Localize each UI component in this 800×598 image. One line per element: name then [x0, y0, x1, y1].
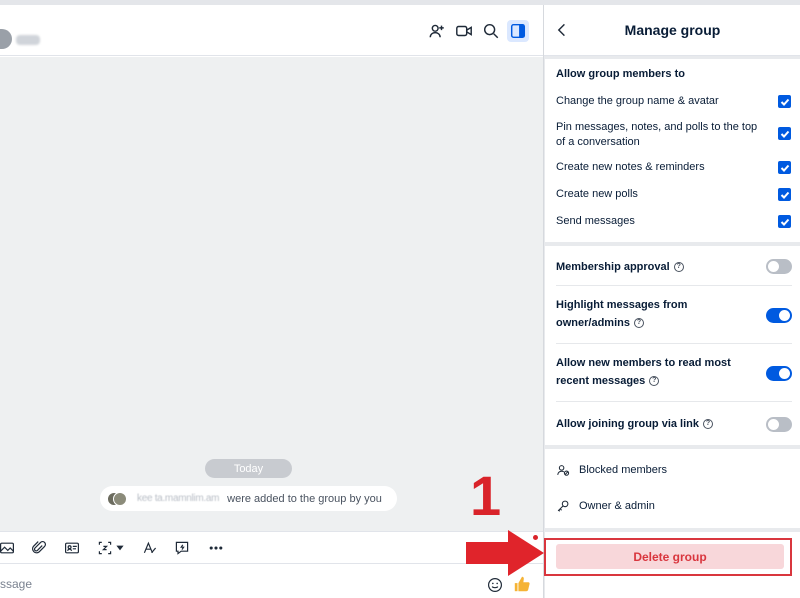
composer-toolbar: [0, 531, 543, 563]
permissions-section: Allow group members to Change the group …: [545, 59, 800, 242]
checkbox[interactable]: [778, 188, 791, 201]
toggle-label: Allow new members to read most recent me…: [556, 357, 731, 387]
checkbox[interactable]: [778, 215, 791, 228]
annotation-dot: [533, 535, 538, 540]
blocked-members-icon: [557, 465, 570, 476]
emoji-icon[interactable]: [487, 577, 503, 593]
help-icon[interactable]: ?: [673, 262, 684, 273]
thumbs-up-icon[interactable]: [513, 575, 531, 593]
chat-window: Today kee ta.mamnlim.am were added to th…: [0, 5, 543, 598]
toggle-row-join-via-link[interactable]: Allow joining group via link?: [556, 402, 792, 445]
permission-row[interactable]: Change the group name & avatar: [556, 94, 792, 109]
owner-admin-link[interactable]: Owner & admin: [556, 494, 792, 518]
help-icon[interactable]: ?: [633, 318, 644, 329]
key-icon: [557, 500, 569, 512]
link-label: Owner & admin: [579, 500, 655, 512]
toggle-label: Allow joining group via link?: [556, 415, 746, 433]
permissions-heading: Allow group members to: [556, 68, 685, 80]
permission-row[interactable]: Create new polls: [556, 187, 792, 202]
permission-label: Change the group name & avatar: [556, 95, 719, 107]
composer: [0, 563, 543, 598]
help-icon[interactable]: ?: [649, 376, 660, 387]
permission-label: Create new notes & reminders: [556, 161, 705, 173]
toggle-row-highlight-admin[interactable]: Highlight messages from owner/admins?: [556, 286, 792, 344]
permission-label: Pin messages, notes, and polls to the to…: [556, 121, 758, 148]
permission-label: Create new polls: [556, 188, 638, 200]
notice-member-names[interactable]: kee ta.mamnlim.am: [137, 493, 219, 504]
screenshot-dropdown-icon[interactable]: [114, 539, 126, 557]
membership-approval-toggle[interactable]: [766, 259, 792, 274]
attachment-icon[interactable]: [30, 539, 48, 557]
message-input[interactable]: [0, 574, 460, 594]
link-label: Blocked members: [579, 464, 668, 476]
add-member-icon[interactable]: [426, 20, 448, 42]
date-divider: Today: [205, 459, 292, 478]
notice-text: were added to the group by you: [227, 492, 382, 505]
permission-row[interactable]: Create new notes & reminders: [556, 160, 792, 175]
permission-row[interactable]: Send messages: [556, 214, 792, 229]
toggle-row-read-recent[interactable]: Allow new members to read most recent me…: [556, 344, 792, 402]
text-format-icon[interactable]: [141, 539, 159, 557]
checkbox[interactable]: [778, 161, 791, 174]
toggle-label: Highlight messages from owner/admins?: [556, 299, 688, 329]
group-name-blurred: [16, 35, 40, 45]
highlight-admin-toggle[interactable]: [766, 308, 792, 323]
help-icon[interactable]: ?: [703, 419, 713, 430]
permission-row[interactable]: Pin messages, notes, and polls to the to…: [556, 120, 792, 150]
panel-title: Manage group: [624, 22, 721, 38]
image-icon[interactable]: [0, 539, 16, 557]
permission-label: Send messages: [556, 215, 635, 227]
blocked-members-link[interactable]: Blocked members: [556, 458, 792, 482]
manage-group-panel: Manage group Allow group members to Chan…: [543, 5, 800, 598]
group-avatar[interactable]: [0, 29, 12, 49]
screenshot-icon[interactable]: [96, 539, 114, 557]
checkbox[interactable]: [778, 127, 791, 140]
member-management-section: Blocked members Owner & admin: [545, 449, 800, 528]
search-icon[interactable]: [480, 20, 502, 42]
read-recent-toggle[interactable]: [766, 366, 792, 381]
toggle-label: Membership approval?: [556, 258, 746, 276]
join-via-link-toggle[interactable]: [766, 417, 792, 432]
member-avatars: [107, 491, 127, 507]
message-area: Today kee ta.mamnlim.am were added to th…: [0, 57, 543, 531]
checkbox[interactable]: [778, 95, 791, 108]
video-call-icon[interactable]: [453, 20, 475, 42]
contact-card-icon[interactable]: [63, 539, 81, 557]
quick-message-icon[interactable]: [173, 539, 191, 557]
system-notice: kee ta.mamnlim.am were added to the grou…: [100, 486, 397, 511]
more-options-icon[interactable]: [207, 539, 225, 557]
chat-header: [0, 5, 543, 56]
settings-section: Membership approval? Highlight messages …: [545, 246, 800, 445]
back-icon[interactable]: [554, 22, 572, 40]
delete-group-button[interactable]: Delete group: [556, 544, 784, 569]
toggle-sidebar-icon[interactable]: [507, 20, 529, 42]
step-number-annotation: 1: [470, 464, 502, 527]
panel-header: Manage group: [544, 5, 800, 56]
toggle-row-membership-approval[interactable]: Membership approval?: [556, 246, 792, 286]
